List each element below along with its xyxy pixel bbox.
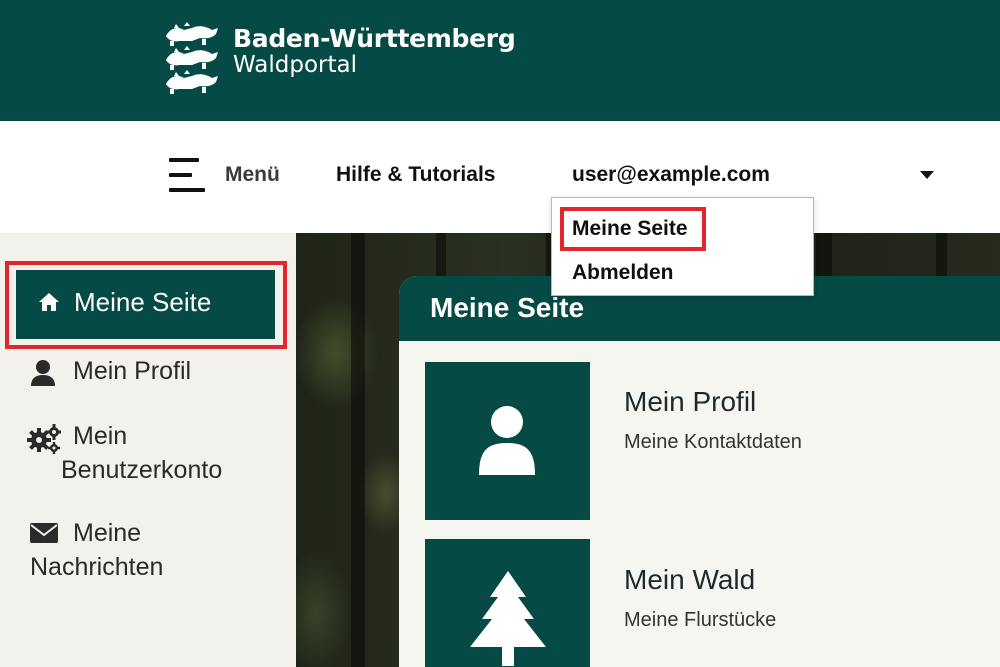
fir-tree-icon [470, 571, 546, 666]
page-title: Meine Seite [430, 292, 585, 323]
help-tutorials-link[interactable]: Hilfe & Tutorials [336, 163, 495, 187]
main-content-card: Meine Seite Mein Profil Meine Kontaktdat… [399, 276, 1000, 667]
main-navbar: Menü Hilfe & Tutorials user@example.com [0, 121, 1000, 233]
highlight-box [5, 261, 287, 349]
sidebar-item-label-line2: Benutzerkonto [61, 456, 223, 484]
three-lions-coat-of-arms-icon[interactable] [162, 22, 222, 94]
menu-button-label[interactable]: Menü [225, 163, 280, 187]
tile-title[interactable]: Mein Profil [624, 386, 756, 418]
chevron-down-icon[interactable] [920, 171, 934, 179]
sidebar-item-label: Mein Profil [73, 357, 192, 385]
sidebar-item-benutzerkonto[interactable]: Mein Benutzerkonto [0, 420, 296, 490]
user-dropdown-menu: Meine Seite Abmelden [551, 197, 814, 296]
tile-mein-profil[interactable] [425, 362, 590, 520]
sidebar: Meine Seite Mein Profil Mein Benutzerkon… [0, 233, 296, 667]
tile-title[interactable]: Mein Wald [624, 564, 755, 596]
site-header: Baden-Württemberg Waldportal [0, 0, 1000, 121]
brand-subtitle: Waldportal [233, 52, 357, 78]
user-icon [479, 406, 535, 475]
sidebar-item-label-line1: Meine [73, 519, 142, 547]
dropdown-item-abmelden[interactable]: Abmelden [572, 261, 674, 285]
hamburger-menu-icon[interactable] [169, 158, 205, 194]
sidebar-item-label-line1: Mein [73, 422, 128, 450]
tile-mein-wald[interactable] [425, 539, 590, 667]
tile-subtitle: Meine Flurstücke [624, 609, 777, 631]
user-account-menu[interactable]: user@example.com [572, 163, 770, 187]
sidebar-item-mein-profil[interactable]: Mein Profil [0, 355, 296, 395]
envelope-icon [30, 523, 58, 543]
brand-title: Baden-Württemberg [233, 24, 516, 53]
highlight-box [560, 207, 706, 251]
gears-icon [27, 424, 61, 454]
sidebar-item-label-line2: Nachrichten [30, 553, 164, 581]
user-icon [31, 360, 55, 386]
sidebar-item-nachrichten[interactable]: Meine Nachrichten [0, 517, 296, 587]
tile-subtitle: Meine Kontaktdaten [624, 431, 802, 453]
